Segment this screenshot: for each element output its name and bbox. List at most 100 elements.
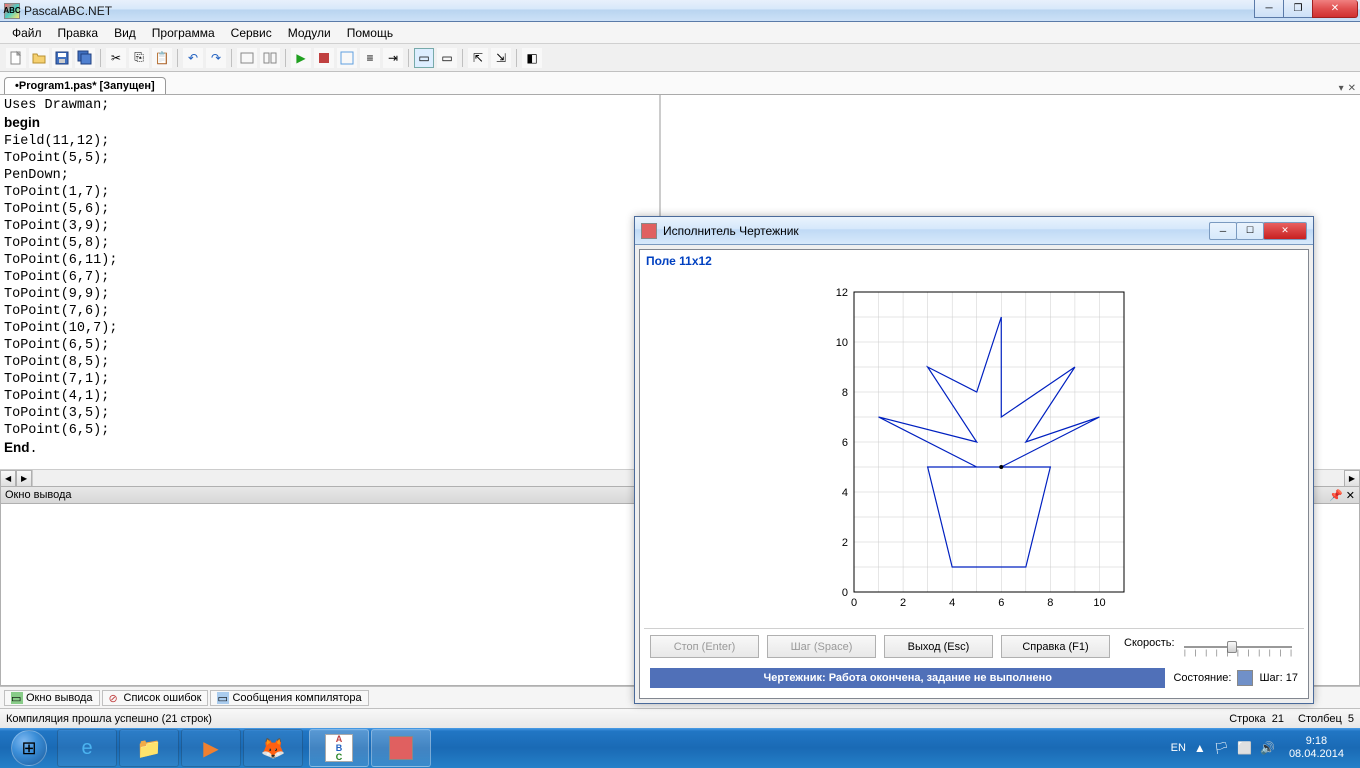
taskbar-firefox[interactable]: 🦊 <box>243 729 303 767</box>
drawman-window[interactable]: Исполнитель Чертежник ─ ☐ ✕ Поле 11x12 0… <box>634 216 1314 704</box>
tray-flag-icon[interactable]: ▲ <box>1194 741 1206 755</box>
code-editor[interactable]: Uses Drawman; begin Field(11,12); ToPoin… <box>0 95 660 469</box>
window-controls: ─ ❐ ✕ <box>1255 0 1358 18</box>
btab-compiler[interactable]: ▭Сообщения компилятора <box>210 690 368 706</box>
exit-button[interactable]: Выход (Esc) <box>884 635 993 658</box>
tb-btn-8[interactable]: ⇱ <box>468 48 488 68</box>
svg-text:2: 2 <box>900 597 906 609</box>
save-icon[interactable] <box>52 48 72 68</box>
tb-btn-2[interactable] <box>260 48 280 68</box>
svg-text:8: 8 <box>842 387 848 399</box>
close-button[interactable]: ✕ <box>1312 0 1358 18</box>
canvas-area: 0 2 4 6 8 10 0 2 4 6 8 10 12 <box>640 272 1308 626</box>
lang-indicator[interactable]: EN <box>1171 742 1186 754</box>
scroll-left-icon[interactable]: ◀ <box>0 470 16 487</box>
step-counter: Шаг: 17 <box>1259 672 1298 684</box>
tray-volume-icon[interactable]: 🔊 <box>1260 741 1275 755</box>
tray-icon-1[interactable]: 🏳 <box>1214 741 1229 755</box>
menu-view[interactable]: Вид <box>106 24 144 42</box>
svg-text:4: 4 <box>842 487 848 499</box>
btab-output[interactable]: ▭Окно вывода <box>4 690 100 706</box>
cut-icon[interactable]: ✂ <box>106 48 126 68</box>
scroll-right-icon-2[interactable]: ▶ <box>1344 470 1360 487</box>
tb-btn-6[interactable]: ▭ <box>414 48 434 68</box>
app-icon: ABC <box>4 3 20 19</box>
tb-btn-7[interactable]: ▭ <box>437 48 457 68</box>
menu-help[interactable]: Помощь <box>339 24 401 42</box>
output-title-label: Окно вывода <box>5 489 72 501</box>
tab-strip: •Program1.pas* [Запущен] ▾ ✕ <box>0 72 1360 94</box>
child-minimize-button[interactable]: ─ <box>1209 222 1237 240</box>
child-maximize-button[interactable]: ☐ <box>1236 222 1264 240</box>
maximize-button[interactable]: ❐ <box>1283 0 1313 18</box>
title-bar[interactable]: ABC PascalABC.NET ─ ❐ ✕ <box>0 0 1360 22</box>
menu-program[interactable]: Программа <box>144 24 223 42</box>
taskbar-media[interactable]: ▶ <box>181 729 241 767</box>
tb-btn-9[interactable]: ⇲ <box>491 48 511 68</box>
tb-btn-4[interactable]: ≡ <box>360 48 380 68</box>
state-box <box>1237 670 1253 686</box>
open-icon[interactable] <box>29 48 49 68</box>
status-compile: Компиляция прошла успешно (21 строк) <box>6 713 212 725</box>
svg-text:6: 6 <box>998 597 1004 609</box>
svg-text:0: 0 <box>851 597 857 609</box>
menu-file[interactable]: Файл <box>4 24 50 42</box>
tray-icon-2[interactable]: ⬜ <box>1237 741 1252 755</box>
pin-icon[interactable]: 📌 <box>1329 490 1343 502</box>
svg-text:10: 10 <box>836 337 848 349</box>
tb-btn-5[interactable]: ⇥ <box>383 48 403 68</box>
editor-tab[interactable]: •Program1.pas* [Запущен] <box>4 77 166 94</box>
svg-text:4: 4 <box>949 597 955 609</box>
svg-text:0: 0 <box>842 587 848 599</box>
minimize-button[interactable]: ─ <box>1254 0 1284 18</box>
scroll-right-icon[interactable]: ▶ <box>16 470 32 487</box>
speed-slider[interactable]: ||||||||||| <box>1184 637 1292 657</box>
system-tray: EN ▲ 🏳 ⬜ 🔊 9:18 08.04.2014 <box>1163 728 1358 768</box>
copy-icon[interactable]: ⎘ <box>129 48 149 68</box>
tab-dropdown-icon[interactable]: ▾ <box>1339 83 1344 94</box>
taskbar-drawman[interactable] <box>371 729 431 767</box>
taskbar-explorer[interactable]: 📁 <box>119 729 179 767</box>
svg-text:8: 8 <box>1047 597 1053 609</box>
tray-clock[interactable]: 9:18 08.04.2014 <box>1283 735 1350 761</box>
stop-button[interactable]: Стоп (Enter) <box>650 635 759 658</box>
tb-btn-1[interactable] <box>237 48 257 68</box>
menu-bar: Файл Правка Вид Программа Сервис Модули … <box>0 22 1360 44</box>
tab-close-icon[interactable]: ✕ <box>1348 83 1356 94</box>
svg-text:6: 6 <box>842 437 848 449</box>
state-label: Состояние: <box>1173 672 1231 684</box>
drawman-chart: 0 2 4 6 8 10 0 2 4 6 8 10 12 <box>814 282 1134 622</box>
step-button[interactable]: Шаг (Space) <box>767 635 876 658</box>
new-icon[interactable] <box>6 48 26 68</box>
menu-edit[interactable]: Правка <box>50 24 107 42</box>
menu-modules[interactable]: Модули <box>280 24 339 42</box>
drawman-icon <box>641 223 657 239</box>
svg-text:10: 10 <box>1093 597 1105 609</box>
undo-icon[interactable]: ↶ <box>183 48 203 68</box>
btab-errors[interactable]: ⊘Список ошибок <box>102 690 209 706</box>
taskbar-pascalabc[interactable]: ABC <box>309 729 369 767</box>
toolbar: ✂ ⎘ 📋 ↶ ↷ ▶ ≡ ⇥ ▭ ▭ ⇱ ⇲ ◧ <box>0 44 1360 72</box>
field-label: Поле 11x12 <box>640 250 1308 272</box>
taskbar: ⊞ e 📁 ▶ 🦊 ABC EN ▲ 🏳 ⬜ 🔊 9:18 08.04.2014 <box>0 728 1360 768</box>
tb-btn-3[interactable] <box>337 48 357 68</box>
speed-label: Скорость: <box>1124 637 1175 649</box>
redo-icon[interactable]: ↷ <box>206 48 226 68</box>
tb-btn-10[interactable]: ◧ <box>522 48 542 68</box>
start-button[interactable]: ⊞ <box>2 728 56 768</box>
menu-service[interactable]: Сервис <box>223 24 280 42</box>
stop-icon[interactable] <box>314 48 334 68</box>
drawman-titlebar[interactable]: Исполнитель Чертежник ─ ☐ ✕ <box>635 217 1313 245</box>
drawman-status: Чертежник: Работа окончена, задание не в… <box>650 668 1165 688</box>
taskbar-ie[interactable]: e <box>57 729 117 767</box>
svg-text:2: 2 <box>842 537 848 549</box>
paste-icon[interactable]: 📋 <box>152 48 172 68</box>
child-close-button[interactable]: ✕ <box>1263 222 1307 240</box>
window-title: PascalABC.NET <box>24 4 1356 18</box>
svg-text:12: 12 <box>836 287 848 299</box>
saveall-icon[interactable] <box>75 48 95 68</box>
output-close-icon[interactable]: ✕ <box>1346 490 1355 502</box>
run-icon[interactable]: ▶ <box>291 48 311 68</box>
status-bar: Компиляция прошла успешно (21 строк) Стр… <box>0 708 1360 728</box>
help-button[interactable]: Справка (F1) <box>1001 635 1110 658</box>
